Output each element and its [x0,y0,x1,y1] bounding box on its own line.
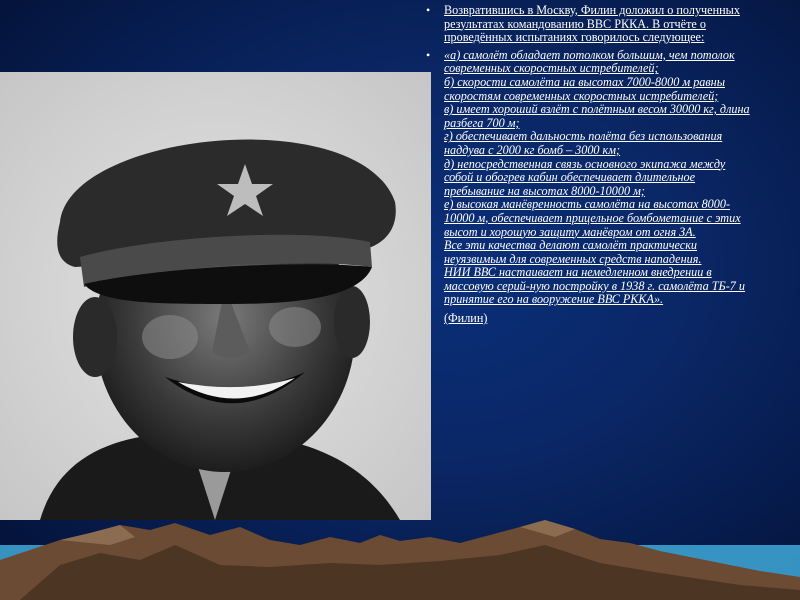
intro-paragraph: Возвратившись в Москву, Филин доложил о … [444,3,740,45]
signature: (Филин) [444,311,488,326]
report-item-a: «а) самолёт обладает потолком большим, ч… [444,47,735,76]
bullet-intro: • Возвратившись в Москву, Филин доложил … [424,3,754,45]
report-item-g: г) обеспечивает дальность полёта без исп… [444,129,723,157]
report-item-d: д) непосредственная связь основного экип… [444,156,726,198]
mountain-decoration [0,505,800,600]
bullet-report-quote: • «а) самолёт обладает потолком большим,… [424,47,754,326]
bullet-icon: • [426,47,431,62]
report-item-b: б) скорости самолёта на высотах 7000-800… [444,74,725,103]
report-recommendation: НИИ ВВС настаивает на немедленном внедре… [444,265,746,307]
report-conclusion: Все эти качества делают самолёт практиче… [444,238,702,266]
report-item-e: е) высокая манёвренность самолёта на выс… [444,197,741,239]
slide: • Возвратившись в Москву, Филин доложил … [0,0,800,600]
quote-text-block: • Возвратившись в Москву, Филин доложил … [424,3,754,330]
mountains-image [0,520,800,600]
portrait-photo [0,72,431,520]
report-item-v: в) имеет хороший взлёт с полётным весом … [444,102,750,130]
bullet-icon: • [426,3,431,17]
portrait-image [0,72,431,520]
